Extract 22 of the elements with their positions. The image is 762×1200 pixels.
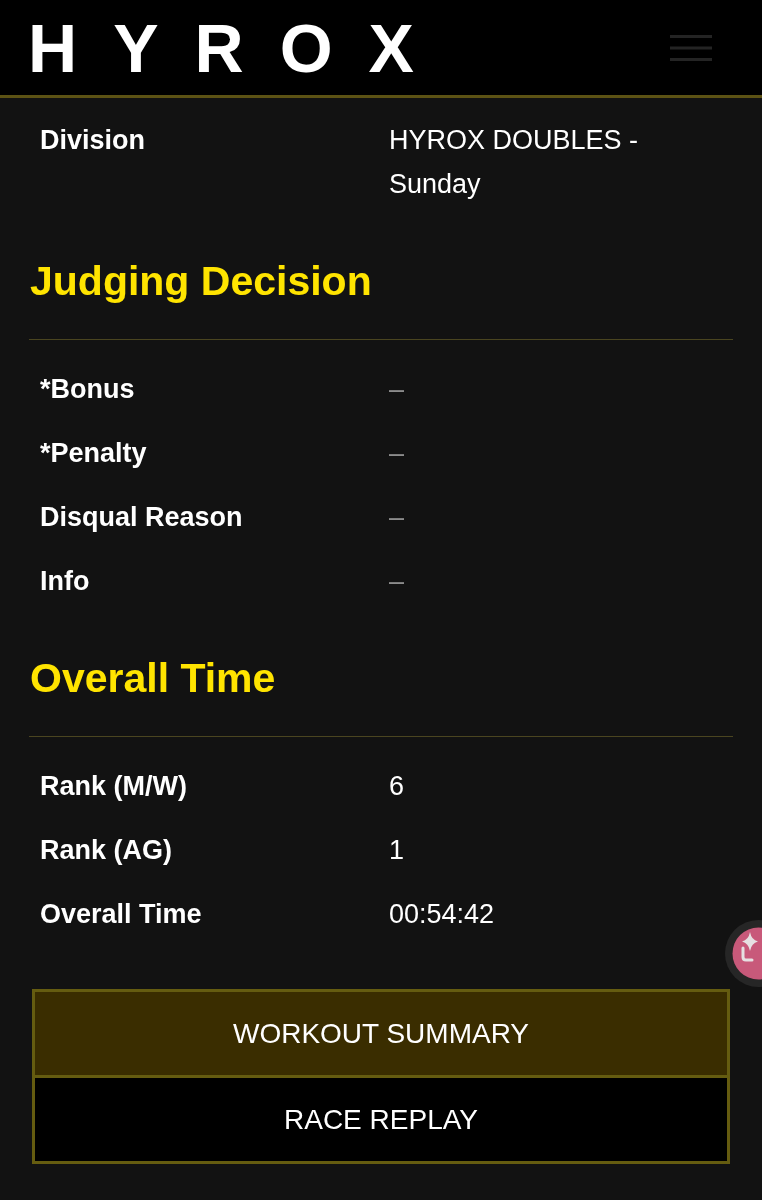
field-label: *Bonus: [40, 373, 135, 406]
field-value: –: [389, 373, 405, 406]
field-label: Info: [40, 565, 90, 598]
field-value: HYROX DOUBLES - Sunday: [389, 124, 640, 201]
field-value: 00:54:42: [389, 898, 495, 931]
section-heading: Judging Decision: [30, 257, 373, 306]
sparkle-icon[interactable]: [725, 920, 762, 987]
field-label: Division: [40, 124, 146, 157]
field-value: –: [389, 437, 405, 470]
field-label: Rank (AG): [40, 834, 172, 867]
section-heading: Overall Time: [30, 654, 277, 703]
field-label: Disqual Reason: [40, 501, 243, 534]
nav-button[interactable]: RACE REPLAY: [32, 1078, 730, 1164]
logo[interactable]: HYROX: [28, 13, 451, 82]
field-value: –: [389, 565, 405, 598]
field-value: 6: [389, 770, 405, 803]
nav-button[interactable]: WORKOUT SUMMARY: [32, 989, 730, 1078]
field-value: –: [389, 501, 405, 534]
field-label: Overall Time: [40, 898, 202, 931]
field-label: Rank (M/W): [40, 770, 187, 803]
field-value: 1: [389, 834, 405, 867]
field-label: *Penalty: [40, 437, 147, 470]
